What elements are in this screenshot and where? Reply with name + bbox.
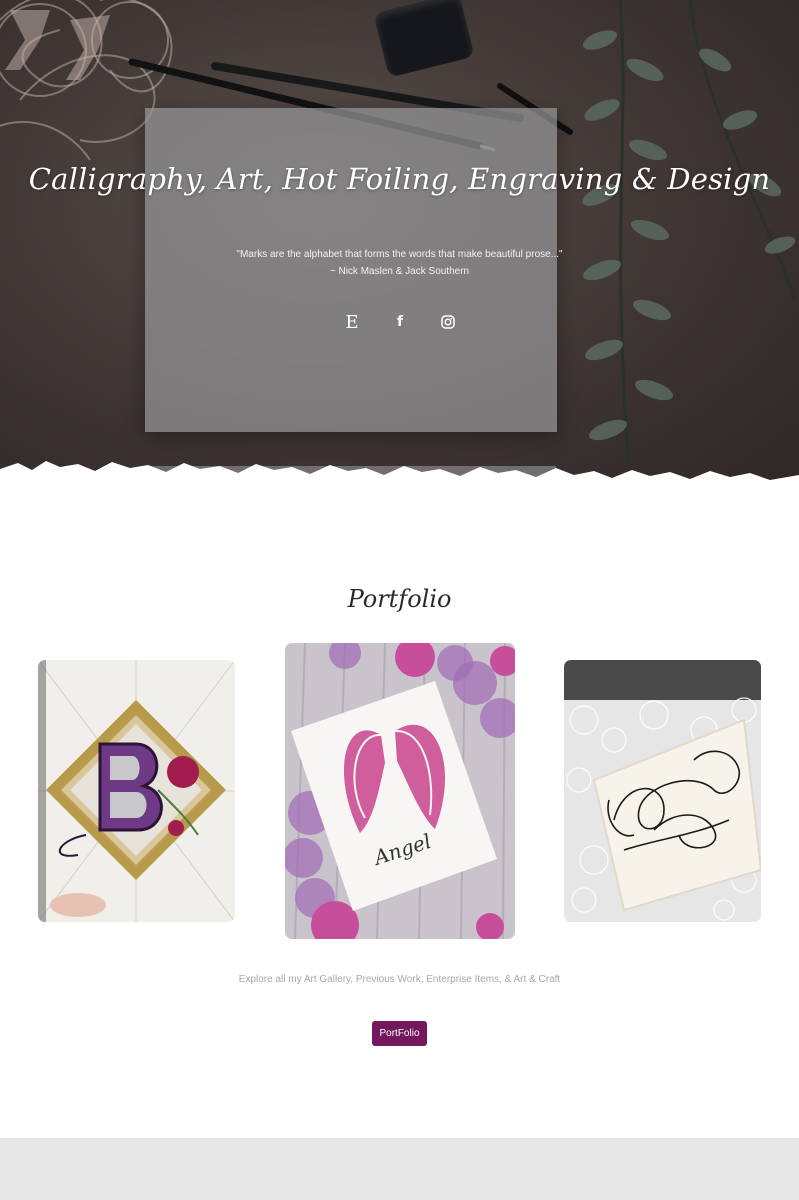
portfolio-image-illuminated-letter[interactable] [38,660,235,922]
footer-band [0,1138,799,1200]
instagram-link[interactable] [436,310,460,334]
hero-section: Calligraphy, Art, Hot Foiling, Engraving… [0,0,799,500]
etsy-icon: E [345,311,359,333]
facebook-icon: f [396,314,404,330]
etsy-link[interactable]: E [340,310,364,334]
instagram-icon [441,315,455,329]
social-links: E f [340,310,460,334]
portfolio-image-angel-wings[interactable]: Angel [285,643,515,939]
portfolio-title: Portfolio [347,585,452,613]
quote-text: "Marks are the alphabet that forms the w… [236,249,563,260]
portfolio-description: Explore all my Art Gallery, Previous Wor… [238,974,561,985]
hero-title: Calligraphy, Art, Hot Foiling, Engraving… [28,162,771,196]
illuminated-letter-artwork [38,660,235,922]
portfolio-image-lace-card[interactable] [564,660,761,922]
hero-quote: "Marks are the alphabet that forms the w… [0,246,799,280]
portfolio-button[interactable]: PortFolio [372,1021,427,1046]
lace-calligraphy-artwork [564,660,761,922]
torn-paper-edge [0,461,799,500]
angel-wings-artwork: Angel [285,643,515,939]
facebook-link[interactable]: f [388,310,412,334]
eucalyptus-branch-decoration [582,0,797,480]
quote-author: ~ Nick Maslen & Jack Southern [329,266,470,277]
